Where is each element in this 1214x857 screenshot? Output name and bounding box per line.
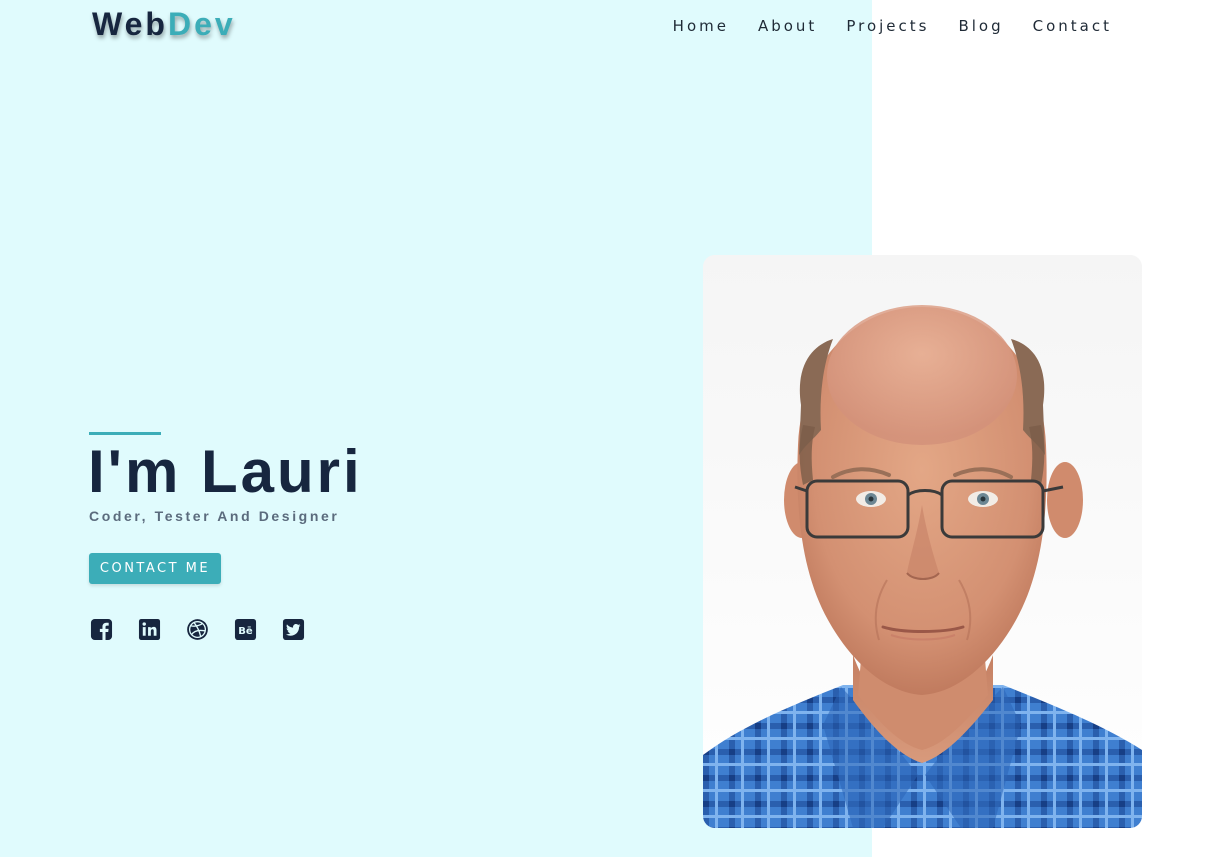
page: WebDev Home About Projects Blog Contact … [0,0,1214,857]
nav-contact-link[interactable]: Contact [1033,14,1112,38]
hero-title: I'm Lauri [88,438,363,505]
social-links: Bē [90,618,305,641]
twitter-icon[interactable] [282,618,305,641]
linkedin-icon[interactable] [138,618,161,641]
logo-text-dev: Dev [167,6,236,42]
nav-about-link[interactable]: About [758,14,817,38]
nav-home-link[interactable]: Home [673,14,729,38]
site-logo[interactable]: WebDev [92,4,236,44]
behance-icon[interactable]: Bē [234,618,257,641]
facebook-icon[interactable] [90,618,113,641]
logo-text-web: Web [92,6,168,42]
nav-blog-link[interactable]: Blog [958,14,1003,38]
hero-subtitle: Coder, Tester And Designer [89,508,340,524]
contact-me-button[interactable]: CONTACT ME [89,553,221,584]
nav-projects-link[interactable]: Projects [846,14,929,38]
title-accent-line [89,432,161,435]
dribbble-icon[interactable] [186,618,209,641]
profile-photo [703,255,1142,828]
svg-text:Bē: Bē [238,626,253,637]
main-nav: Home About Projects Blog Contact [673,14,1112,38]
